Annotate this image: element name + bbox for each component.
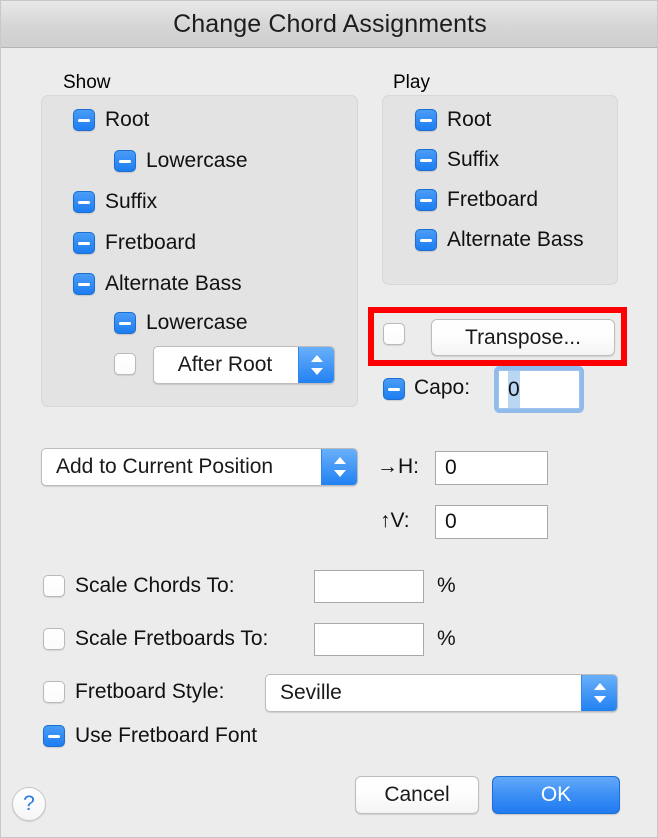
dialog-title: Change Chord Assignments: [173, 10, 487, 38]
use-fretboard-font-label: Use Fretboard Font: [75, 724, 258, 747]
scale-fretboards-input[interactable]: [314, 623, 424, 656]
play-label-fretboard: Fretboard: [447, 188, 539, 211]
fretboard-style-popup-value: Seville: [280, 681, 342, 704]
play-checkbox-alternate-bass[interactable]: [415, 229, 437, 251]
change-chord-assignments-dialog: Change Chord Assignments Show Root Lower…: [0, 0, 658, 838]
vertical-offset-label: ↑V:: [380, 509, 410, 532]
bass-position-popup-value: After Root: [177, 353, 273, 376]
show-checkbox-root-lowercase[interactable]: [114, 150, 136, 172]
fretboard-style-popup[interactable]: Seville: [265, 674, 618, 712]
play-checkbox-root[interactable]: [415, 109, 437, 131]
show-checkbox-root[interactable]: [73, 109, 95, 131]
transpose-button-label: Transpose...: [465, 325, 581, 349]
scale-chords-input[interactable]: [314, 570, 424, 603]
show-checkbox-bass-lowercase[interactable]: [114, 312, 136, 334]
transpose-button[interactable]: Transpose...: [431, 319, 615, 356]
horizontal-offset-input[interactable]: 0: [435, 451, 548, 485]
play-checkbox-suffix[interactable]: [415, 149, 437, 171]
show-label-root-lowercase: Lowercase: [146, 149, 248, 172]
play-label-root: Root: [447, 108, 492, 131]
chevron-down-icon: [333, 470, 346, 477]
show-checkbox-suffix[interactable]: [73, 191, 95, 213]
show-label-alternate-bass: Alternate Bass: [105, 272, 242, 295]
question-mark-icon: ?: [23, 792, 35, 815]
cancel-button-label: Cancel: [384, 783, 450, 806]
show-checkbox-fretboard[interactable]: [73, 232, 95, 254]
position-mode-popup-arrows: [321, 449, 357, 485]
chevron-up-icon: [333, 457, 346, 464]
capo-label: Capo:: [414, 376, 471, 399]
capo-checkbox[interactable]: [383, 378, 405, 400]
play-checkbox-fretboard[interactable]: [415, 189, 437, 211]
show-group-label: Show: [63, 72, 111, 93]
transpose-checkbox[interactable]: [383, 323, 405, 345]
scale-chords-percent-label: %: [437, 574, 456, 597]
show-label-suffix: Suffix: [105, 190, 158, 213]
position-mode-popup-value: Add to Current Position: [56, 455, 274, 478]
fretboard-style-popup-arrows: [581, 675, 617, 711]
play-label-suffix: Suffix: [447, 148, 500, 171]
capo-input-value: 0: [508, 371, 520, 408]
show-label-bass-lowercase: Lowercase: [146, 311, 248, 334]
scale-fretboards-percent-label: %: [437, 627, 456, 650]
ok-button[interactable]: OK: [492, 776, 620, 814]
chevron-down-icon: [310, 368, 323, 375]
vertical-offset-input[interactable]: 0: [435, 505, 548, 539]
bass-position-popup-arrows: [298, 347, 334, 383]
cancel-button[interactable]: Cancel: [355, 776, 479, 814]
position-mode-popup[interactable]: Add to Current Position: [41, 448, 358, 486]
scale-chords-checkbox[interactable]: [43, 575, 65, 597]
horizontal-offset-label: →H:: [377, 455, 419, 478]
use-fretboard-font-checkbox[interactable]: [43, 725, 65, 747]
scale-chords-label: Scale Chords To:: [75, 574, 235, 597]
horizontal-offset-value: 0: [445, 456, 457, 479]
show-checkbox-bass-position[interactable]: [114, 353, 136, 375]
scale-fretboards-checkbox[interactable]: [43, 628, 65, 650]
chevron-down-icon: [593, 696, 606, 703]
show-label-root: Root: [105, 108, 150, 131]
show-checkbox-alternate-bass[interactable]: [73, 273, 95, 295]
chevron-up-icon: [310, 355, 323, 362]
ok-button-label: OK: [540, 783, 572, 806]
help-button[interactable]: ?: [12, 787, 46, 821]
dialog-titlebar: Change Chord Assignments: [1, 1, 657, 48]
capo-input[interactable]: 0: [498, 370, 580, 409]
chevron-up-icon: [593, 683, 606, 690]
show-label-fretboard: Fretboard: [105, 231, 197, 254]
bass-position-popup[interactable]: After Root: [153, 346, 335, 384]
fretboard-style-checkbox[interactable]: [43, 681, 65, 703]
fretboard-style-label: Fretboard Style:: [75, 680, 225, 703]
play-label-alternate-bass: Alternate Bass: [447, 228, 584, 251]
vertical-offset-value: 0: [445, 510, 457, 533]
scale-fretboards-label: Scale Fretboards To:: [75, 627, 269, 650]
play-group-label: Play: [393, 72, 430, 93]
